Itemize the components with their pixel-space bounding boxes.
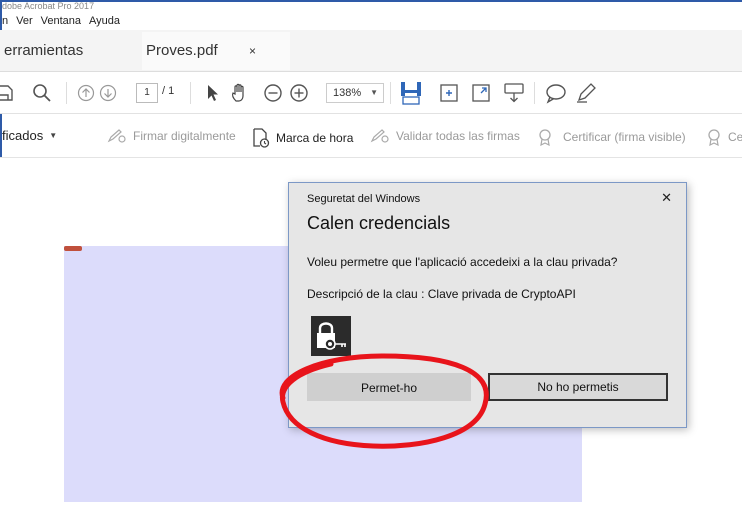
lock-key-icon bbox=[311, 316, 351, 356]
hand-icon[interactable] bbox=[228, 81, 252, 105]
search-icon[interactable] bbox=[30, 81, 54, 105]
menu-item-window[interactable]: Ventana bbox=[41, 12, 81, 30]
validate-signature-icon bbox=[370, 129, 389, 143]
toolbar-separator bbox=[534, 82, 535, 104]
chevron-down-icon: ▼ bbox=[49, 131, 58, 140]
fit-page-icon[interactable] bbox=[398, 81, 424, 105]
select-arrow-icon[interactable] bbox=[204, 81, 222, 105]
dialog-title: Seguretat del Windows bbox=[307, 193, 421, 205]
zoom-level-value: 138% bbox=[333, 87, 362, 99]
menu-item-help[interactable]: Ayuda bbox=[89, 12, 120, 30]
save-icon[interactable] bbox=[0, 81, 16, 105]
toolbar-separator bbox=[66, 82, 67, 104]
close-icon[interactable]: ✕ bbox=[661, 190, 672, 206]
page-number-input[interactable]: 1 bbox=[136, 83, 158, 103]
certified-menu[interactable]: ficados ▼ bbox=[2, 128, 57, 143]
chevron-down-icon: ▼ bbox=[370, 88, 378, 97]
signature-field-marker bbox=[64, 246, 82, 251]
certify-more-label: Ce bbox=[728, 130, 742, 144]
zoom-out-icon[interactable] bbox=[262, 81, 284, 105]
certificate-icon bbox=[708, 129, 720, 146]
tab-document-label: Proves.pdf bbox=[146, 42, 218, 59]
pen-signature-icon bbox=[107, 129, 126, 143]
deny-button[interactable]: No ho permetis bbox=[488, 373, 668, 401]
certify-visible-button[interactable]: Certificar (firma visible) bbox=[537, 128, 686, 146]
timestamp-label: Marca de hora bbox=[276, 131, 354, 145]
certified-menu-label: ficados bbox=[2, 128, 44, 143]
zoom-in-icon[interactable] bbox=[288, 81, 310, 105]
timestamp-button[interactable]: Marca de hora bbox=[252, 128, 353, 148]
main-toolbar: 1 / 1 138% ▼ bbox=[0, 72, 742, 114]
pen-icon[interactable] bbox=[574, 81, 598, 105]
certificates-toolbar: ficados ▼ Firmar digitalmente Marca de h… bbox=[0, 114, 742, 158]
tab-bar: erramientas Proves.pdf × bbox=[0, 30, 742, 72]
key-description-value: : Clave privada de CryptoAPI bbox=[421, 287, 576, 301]
menu-bar: n Ver Ventana Ayuda bbox=[0, 12, 742, 30]
scroll-mode-icon[interactable] bbox=[438, 81, 460, 105]
certify-more-button[interactable]: Ce bbox=[706, 128, 742, 146]
windows-security-dialog: Seguretat del Windows ✕ Calen credencial… bbox=[288, 182, 687, 428]
page-up-icon[interactable] bbox=[76, 81, 96, 105]
zoom-level-select[interactable]: 138% ▼ bbox=[326, 83, 384, 103]
allow-button[interactable]: Permet-ho bbox=[307, 373, 471, 401]
read-mode-icon[interactable] bbox=[502, 81, 526, 105]
key-description-label: Descripció de la clau bbox=[307, 287, 418, 301]
page-total: / 1 bbox=[162, 85, 175, 97]
sign-digitally-label: Firmar digitalmente bbox=[133, 129, 236, 143]
dialog-heading: Calen credencials bbox=[307, 213, 451, 233]
tab-close-icon[interactable]: × bbox=[249, 32, 256, 70]
validate-signatures-label: Validar todas las firmas bbox=[396, 129, 520, 143]
tab-document[interactable]: Proves.pdf × bbox=[142, 32, 290, 70]
key-description: Descripció de la clau : Clave privada de… bbox=[307, 287, 576, 301]
toolbar-separator bbox=[390, 82, 391, 104]
tab-tools[interactable]: erramientas bbox=[4, 32, 83, 70]
dialog-question: Voleu permetre que l'aplicació accedeixi… bbox=[307, 255, 618, 269]
comment-icon[interactable] bbox=[544, 81, 568, 105]
certify-visible-label: Certificar (firma visible) bbox=[563, 130, 686, 144]
toolbar-separator bbox=[190, 82, 191, 104]
sign-digitally-button[interactable]: Firmar digitalmente bbox=[107, 128, 236, 144]
timestamp-icon bbox=[253, 128, 270, 148]
window-title: dobe Acrobat Pro 2017 bbox=[2, 1, 95, 11]
full-screen-icon[interactable] bbox=[470, 81, 492, 105]
certify-icon bbox=[539, 129, 551, 146]
validate-signatures-button[interactable]: Validar todas las firmas bbox=[370, 128, 520, 144]
page-down-icon[interactable] bbox=[98, 81, 118, 105]
menu-item-file[interactable]: n bbox=[2, 12, 8, 30]
menu-item-view[interactable]: Ver bbox=[16, 12, 33, 30]
